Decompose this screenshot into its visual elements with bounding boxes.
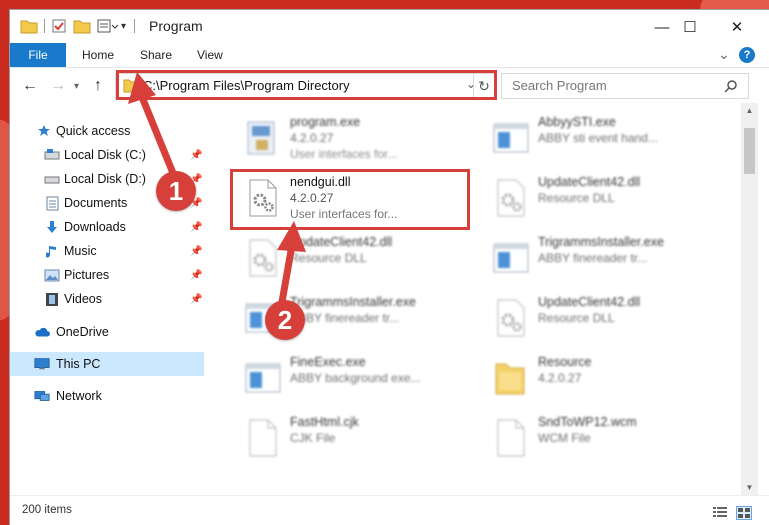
step-1-badge: 1 [156,171,196,211]
arrow-2 [277,221,306,303]
arrow-1 [128,72,179,180]
step-2-badge: 2 [265,300,305,340]
annotation-arrows [128,72,306,303]
